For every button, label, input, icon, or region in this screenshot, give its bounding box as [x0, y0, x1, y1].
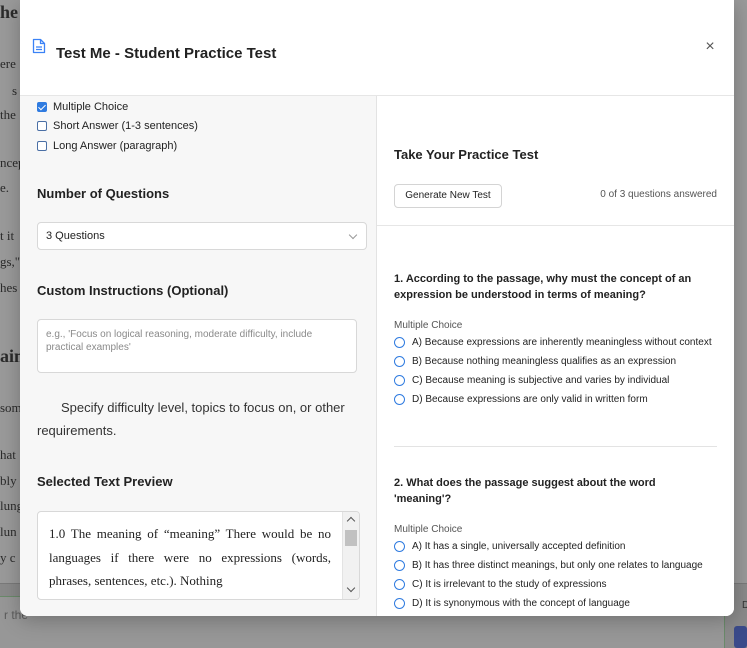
question-text: 1. According to the passage, why must th…: [394, 273, 692, 301]
modal-header: Test Me - Student Practice Test ×: [20, 0, 734, 96]
bg-text-fragment: hat: [0, 447, 16, 462]
answer-option[interactable]: D) It is synonymous with the concept of …: [394, 597, 714, 611]
num-questions-title: Number of Questions: [37, 186, 170, 201]
radio-button[interactable]: [394, 375, 405, 386]
question-type: Multiple Choice: [394, 320, 463, 331]
bg-text-fragment: e.: [0, 180, 10, 195]
question-type-option[interactable]: Short Answer (1-3 sentences): [37, 118, 198, 134]
scroll-down-icon[interactable]: [346, 583, 356, 593]
answer-option[interactable]: B) It has three distinct meanings, but o…: [394, 559, 714, 573]
answer-option[interactable]: A) It has a single, universally accepted…: [394, 540, 714, 554]
radio-button[interactable]: [394, 337, 405, 348]
radio-button[interactable]: [394, 579, 405, 590]
bg-text-fragment: ere: [0, 56, 16, 71]
option-label: B) It has three distinct meanings, but o…: [412, 560, 703, 571]
scrollbar-thumb[interactable]: [345, 530, 357, 546]
close-icon[interactable]: ×: [701, 38, 719, 56]
option-label: B) Because nothing meaningless qualifies…: [412, 356, 677, 367]
practice-test-panel: Take Your Practice Test Generate New Tes…: [377, 96, 734, 616]
question-type-label: Short Answer (1-3 sentences): [53, 120, 198, 132]
selected-text-preview: 1.0 The meaning of “meaning” There would…: [37, 511, 360, 600]
checkbox[interactable]: [37, 141, 47, 151]
preview-title: Selected Text Preview: [37, 474, 173, 489]
bg-text-fragment: som: [0, 400, 22, 415]
checkbox-checked[interactable]: [37, 102, 47, 112]
question-type: Multiple Choice: [394, 524, 463, 535]
answer-option[interactable]: C) It is irrelevant to the study of expr…: [394, 578, 714, 592]
num-questions-value: 3 Questions: [46, 230, 105, 242]
answer-option[interactable]: A) Because expressions are inherently me…: [394, 336, 714, 350]
question-text: 2. What does the passage suggest about t…: [394, 477, 656, 505]
modal-title: Test Me - Student Practice Test: [56, 45, 277, 62]
radio-button[interactable]: [394, 598, 405, 609]
question-card: 1. According to the passage, why must th…: [394, 271, 714, 407]
bg-text-fragment: y c: [0, 550, 16, 565]
bg-text-fragment: lun: [0, 524, 17, 539]
question-type-option[interactable]: Multiple Choice: [37, 99, 128, 115]
preview-text: 1.0 The meaning of “meaning” There would…: [49, 526, 331, 588]
answer-option[interactable]: D) Because expressions are only valid in…: [394, 393, 714, 407]
generate-new-test-button[interactable]: Generate New Test: [394, 184, 502, 208]
bg-text-fragment: t it: [0, 228, 15, 243]
option-label: D) It is synonymous with the concept of …: [412, 598, 630, 609]
bg-text-fragment: he: [0, 2, 18, 22]
answer-option[interactable]: C) Because meaning is subjective and var…: [394, 374, 714, 388]
num-questions-select[interactable]: 3 Questions: [37, 222, 367, 250]
radio-button[interactable]: [394, 356, 405, 367]
option-label: C) It is irrelevant to the study of expr…: [412, 579, 607, 590]
bg-text-fragment: hes: [0, 280, 18, 295]
question-divider: [394, 446, 717, 447]
custom-instructions-helper: Specify difficulty level, topics to focu…: [37, 400, 345, 438]
preview-scrollbar[interactable]: [342, 512, 359, 599]
option-label: A) Because expressions are inherently me…: [412, 337, 712, 348]
practice-test-title: Take Your Practice Test: [394, 147, 539, 162]
answered-count: 0 of 3 questions answered: [600, 189, 717, 200]
document-icon: [32, 38, 46, 54]
test-settings-panel: Multiple Choice Short Answer (1-3 senten…: [20, 96, 377, 616]
checkbox[interactable]: [37, 121, 47, 131]
custom-instructions-input[interactable]: e.g., 'Focus on logical reasoning, moder…: [37, 319, 357, 373]
divider: [377, 225, 734, 226]
question-type-label: Multiple Choice: [53, 101, 129, 113]
question-type-label: Long Answer (paragraph): [53, 140, 178, 152]
test-me-modal: Test Me - Student Practice Test × Multip…: [20, 0, 734, 616]
chevron-down-icon: [348, 230, 358, 240]
bg-text-fragment: s: [12, 83, 18, 98]
radio-button[interactable]: [394, 560, 405, 571]
custom-instructions-title: Custom Instructions (Optional): [37, 283, 229, 298]
bg-text-fragment: gs,": [0, 254, 21, 269]
option-label: D) Because expressions are only valid in…: [412, 394, 648, 405]
answer-option[interactable]: B) Because nothing meaningless qualifies…: [394, 355, 714, 369]
radio-button[interactable]: [394, 541, 405, 552]
option-label: C) Because meaning is subjective and var…: [412, 375, 670, 386]
question-type-option[interactable]: Long Answer (paragraph): [37, 138, 177, 154]
radio-button[interactable]: [394, 394, 405, 405]
option-label: A) It has a single, universally accepted…: [412, 541, 626, 552]
question-card: 2. What does the passage suggest about t…: [394, 475, 714, 611]
bg-text-fragment: bly: [0, 473, 17, 488]
scroll-up-icon[interactable]: [346, 516, 356, 526]
bg-send-button[interactable]: [734, 626, 747, 648]
bg-side-label: D: [742, 600, 747, 611]
bg-text-fragment: the: [0, 107, 16, 122]
